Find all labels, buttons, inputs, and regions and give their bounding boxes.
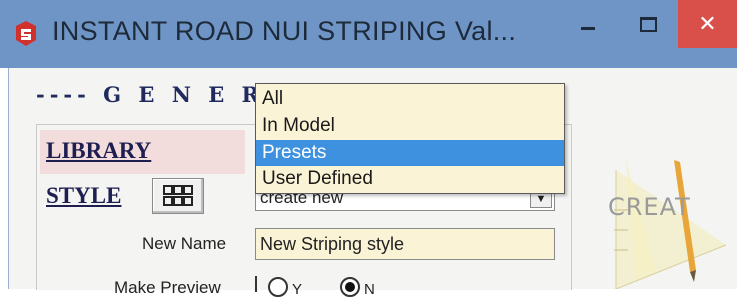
minimize-button[interactable]: [558, 0, 618, 48]
library-dropdown-list[interactable]: All In Model Presets User Defined: [255, 83, 565, 194]
dropdown-option-user-defined[interactable]: User Defined: [256, 166, 564, 192]
radio-selected-dot: [345, 282, 355, 292]
grid-icon: [163, 185, 193, 206]
new-name-input[interactable]: [255, 228, 555, 260]
preview-radio-n-label: N: [364, 281, 375, 298]
close-icon: ✕: [698, 11, 717, 37]
make-preview-label: Make Preview: [114, 278, 221, 297]
create-logo-text: CREAT: [608, 193, 691, 221]
preview-radio-y-label: Y: [292, 281, 303, 298]
close-button[interactable]: ✕: [678, 0, 737, 48]
preview-radio-y[interactable]: [268, 277, 288, 297]
dropdown-option-presets[interactable]: Presets: [256, 140, 564, 166]
preview-radio-n[interactable]: [340, 277, 360, 297]
new-name-label: New Name: [142, 234, 227, 253]
maximize-button[interactable]: [618, 0, 678, 48]
preview-divider: [255, 276, 257, 292]
dropdown-option-all[interactable]: All: [256, 86, 564, 112]
style-grid-button[interactable]: [152, 178, 204, 214]
minimize-icon: [581, 26, 595, 30]
library-label[interactable]: LIBRARY: [46, 138, 151, 164]
sketchup-app-icon: [16, 21, 36, 46]
style-label[interactable]: STYLE: [46, 183, 121, 209]
title-bar[interactable]: INSTANT ROAD NUI STRIPING Val... ✕: [0, 0, 737, 68]
window-title: INSTANT ROAD NUI STRIPING Val...: [52, 16, 517, 46]
maximize-icon: [639, 16, 657, 32]
dropdown-option-in-model[interactable]: In Model: [256, 113, 564, 139]
